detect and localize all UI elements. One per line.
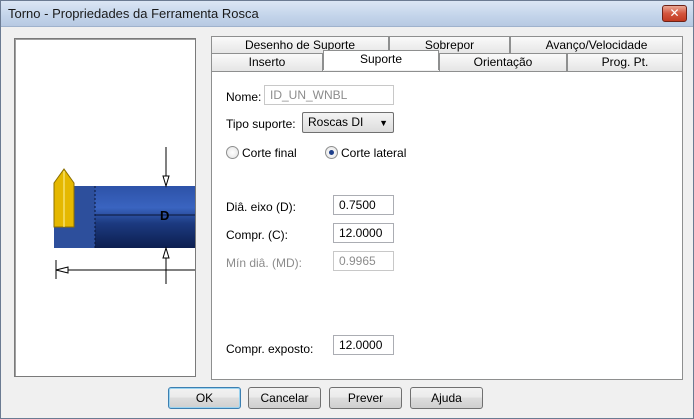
title-bar: Torno - Propriedades da Ferramenta Rosca… [1,1,693,27]
name-label: Nome: [226,90,262,104]
help-button[interactable]: Ajuda [410,387,483,409]
tab-orientacao[interactable]: Orientação [439,53,567,71]
tool-preview-drawing: D [53,147,195,284]
radio-corte-lateral-label[interactable]: Corte lateral [341,146,406,160]
min-diameter-field: 0.9965 [333,251,394,271]
window-title: Torno - Propriedades da Ferramenta Rosca [8,6,259,21]
exposed-length-label: Compr. exposto: [226,342,314,356]
holder-type-label: Tipo suporte: [226,117,296,131]
name-field: ID_UN_WNBL [264,85,394,105]
length-field[interactable]: 12.0000 [333,223,394,243]
radio-corte-lateral[interactable] [325,146,338,159]
preview-button[interactable]: Prever [329,387,402,409]
tool-preview: D [14,38,196,377]
close-button[interactable]: ✕ [662,5,687,22]
radio-corte-final-label[interactable]: Corte final [242,146,297,160]
shaft-diameter-label: Diâ. eixo (D): [226,200,297,214]
tab-suporte[interactable]: Suporte [323,50,439,70]
dialog-window: Torno - Propriedades da Ferramenta Rosca… [0,0,694,419]
length-label: Compr. (C): [226,228,289,242]
chevron-down-icon: ▼ [379,118,388,128]
tab-avanco-velocidade[interactable]: Avanço/Velocidade [510,36,683,54]
holder-type-value: Roscas DI [308,115,364,129]
exposed-length-field[interactable]: 12.0000 [333,335,394,355]
min-diameter-label: Mín diâ. (MD): [226,256,303,270]
suporte-panel: Nome: ID_UN_WNBL Tipo suporte: Roscas DI… [211,71,683,380]
tab-inserto[interactable]: Inserto [211,53,323,71]
holder-shaft [95,186,195,248]
tab-strip: Desenho de Suporte Sobrepor Avanço/Veloc… [211,36,683,72]
shaft-diameter-field[interactable]: 0.7500 [333,195,394,215]
dimension-label-d: D [160,208,169,223]
ok-button[interactable]: OK [168,387,241,409]
close-icon: ✕ [669,6,680,20]
tab-prog-pt[interactable]: Prog. Pt. [567,53,683,71]
cancel-button[interactable]: Cancelar [248,387,321,409]
holder-type-select[interactable]: Roscas DI ▼ [302,112,394,133]
radio-corte-final[interactable] [226,146,239,159]
